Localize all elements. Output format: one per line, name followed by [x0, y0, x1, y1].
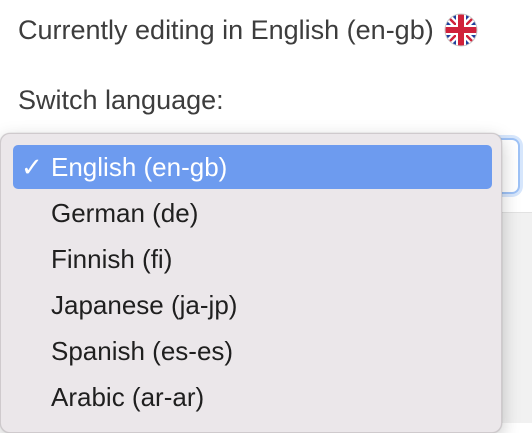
uk-flag-icon	[444, 13, 478, 47]
option-label: English (en-gb)	[51, 151, 228, 182]
language-option-finnish[interactable]: Finnish (fi)	[13, 237, 492, 281]
language-option-spanish[interactable]: Spanish (es-es)	[13, 329, 492, 373]
current-language-text: Currently editing in English (en-gb)	[18, 14, 434, 45]
language-option-german[interactable]: German (de)	[13, 191, 492, 235]
option-label: Japanese (ja-jp)	[51, 289, 238, 320]
current-language-line: Currently editing in English (en-gb)	[18, 11, 478, 49]
language-option-arabic[interactable]: Arabic (ar-ar)	[13, 375, 492, 419]
language-option-japanese[interactable]: Japanese (ja-jp)	[13, 283, 492, 327]
switch-language-label: Switch language:	[18, 85, 224, 115]
option-label: Spanish (es-es)	[51, 335, 234, 366]
option-label: Finnish (fi)	[51, 243, 173, 274]
option-label: German (de)	[51, 197, 199, 228]
checkmark-icon: ✓	[21, 151, 43, 182]
language-dropdown-list[interactable]: ✓ English (en-gb) German (de) Finnish (f…	[0, 133, 502, 433]
option-label: Arabic (ar-ar)	[51, 381, 205, 412]
language-option-english[interactable]: ✓ English (en-gb)	[13, 145, 492, 189]
